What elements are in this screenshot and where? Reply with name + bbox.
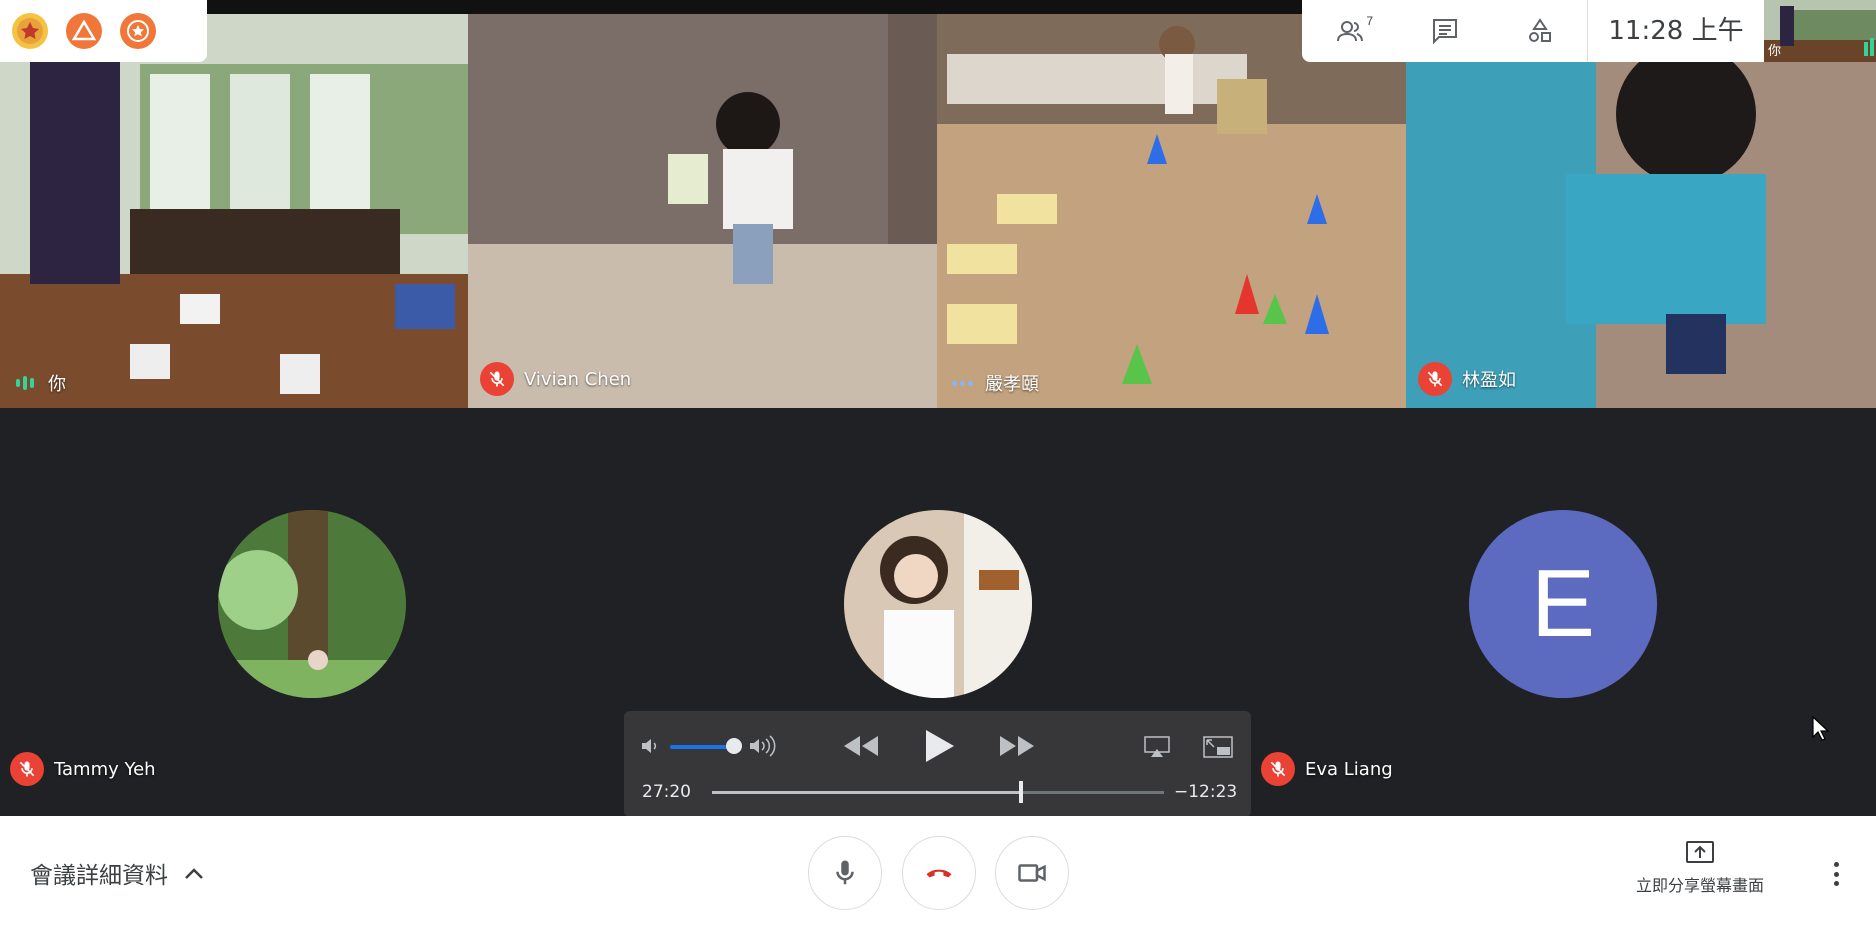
hang-up-icon	[926, 869, 952, 878]
video-feed	[0, 14, 468, 408]
participant-name: 林盈如	[1462, 370, 1516, 391]
mouse-cursor-icon	[1812, 716, 1830, 741]
more-dot-icon	[1833, 862, 1839, 867]
fast-forward-icon[interactable]	[998, 734, 1036, 758]
avatar-letter: E	[1469, 510, 1657, 698]
avatar	[218, 510, 406, 698]
video-camera-icon	[1018, 864, 1046, 882]
progress-knob[interactable]	[1019, 781, 1023, 803]
camera-button[interactable]	[995, 836, 1069, 910]
video-feed	[937, 14, 1406, 408]
participant-name-tag: 嚴孝頤	[949, 370, 1039, 396]
meeting-details-label: 會議詳細資料	[30, 863, 168, 889]
video-feed	[468, 14, 937, 408]
present-screen-icon	[1686, 841, 1714, 863]
extension-triangle-icon[interactable]	[66, 13, 102, 49]
audio-tile-tammy-yeh[interactable]: Tammy Yeh	[0, 408, 625, 800]
volume-high-icon[interactable]	[748, 734, 780, 758]
participant-name: Tammy Yeh	[54, 758, 156, 780]
video-tile-participant-3[interactable]: 嚴孝頤	[937, 14, 1406, 408]
clock: 11:28 上午	[1587, 0, 1764, 62]
airplay-icon[interactable]	[1144, 736, 1170, 758]
top-strip	[207, 0, 1302, 14]
more-options-button[interactable]	[1824, 856, 1848, 892]
participant-name-tag: Vivian Chen	[480, 362, 631, 396]
volume-slider[interactable]	[670, 745, 732, 749]
video-tile-participant-4[interactable]: 林盈如	[1406, 14, 1876, 408]
top-left-toolbar	[0, 0, 207, 62]
microphone-button[interactable]	[808, 836, 882, 910]
mic-off-icon	[10, 752, 44, 786]
active-dots-icon	[949, 380, 975, 386]
extension-star-icon[interactable]	[120, 13, 156, 49]
extension-badge-icon[interactable]	[12, 13, 48, 49]
chat-icon	[1432, 19, 1457, 45]
microphone-icon	[836, 860, 854, 885]
video-tile-self[interactable]: 你	[0, 14, 468, 408]
present-now-label: 立即分享螢幕畫面	[1635, 876, 1764, 895]
present-now-button[interactable]: 立即分享螢幕畫面	[1620, 840, 1780, 896]
play-icon[interactable]	[924, 728, 956, 764]
activities-button[interactable]	[1492, 0, 1587, 62]
chevron-up-icon	[185, 868, 203, 879]
mic-off-icon	[480, 362, 514, 396]
rewind-icon[interactable]	[842, 734, 880, 758]
progress-fill	[712, 791, 1021, 794]
more-dot-icon	[1833, 871, 1839, 877]
chat-button[interactable]	[1397, 0, 1492, 62]
volume-knob[interactable]	[726, 738, 742, 754]
participant-name-tag: Eva Liang	[1261, 752, 1393, 786]
avatar	[844, 510, 1032, 698]
avatar-initial: E	[1530, 550, 1596, 657]
self-view-thumbnail[interactable]: 你	[1764, 0, 1876, 62]
more-dot-icon	[1833, 881, 1839, 886]
volume-low-icon[interactable]	[640, 736, 662, 756]
shapes-icon	[1528, 18, 1551, 42]
mic-off-icon	[1418, 362, 1452, 396]
bottom-bar: 會議詳細資料 立即分享螢幕畫面	[0, 816, 1876, 930]
remaining-time: −12:23	[1174, 782, 1238, 802]
people-icon	[1336, 21, 1363, 42]
audio-tile-eva-liang[interactable]: E Eva Liang	[1251, 408, 1876, 800]
participant-name: Vivian Chen	[524, 368, 632, 390]
participant-name-tag: 你	[12, 370, 66, 396]
end-call-button[interactable]	[902, 836, 976, 910]
participant-name: Eva Liang	[1305, 758, 1393, 780]
participant-name-tag: Tammy Yeh	[10, 752, 156, 786]
participant-name-tag: 林盈如	[1418, 362, 1516, 396]
meeting-details-button[interactable]: 會議詳細資料	[30, 816, 204, 930]
participants-button[interactable]: 7	[1302, 0, 1397, 62]
picture-in-picture-icon[interactable]	[1203, 736, 1233, 760]
video-feed	[1406, 14, 1876, 408]
participant-name: 嚴孝頤	[985, 374, 1039, 395]
self-label: 你	[1768, 44, 1782, 59]
elapsed-time: 27:20	[642, 782, 691, 802]
mic-off-icon	[1261, 752, 1295, 786]
media-player	[624, 711, 1251, 817]
top-right-toolbar: 7 11:28 上午	[1302, 0, 1764, 62]
speaking-indicator-icon	[12, 373, 38, 393]
participant-count: 7	[1366, 14, 1373, 28]
video-tile-vivian-chen[interactable]: Vivian Chen	[468, 14, 937, 408]
participant-name: 你	[48, 374, 66, 395]
